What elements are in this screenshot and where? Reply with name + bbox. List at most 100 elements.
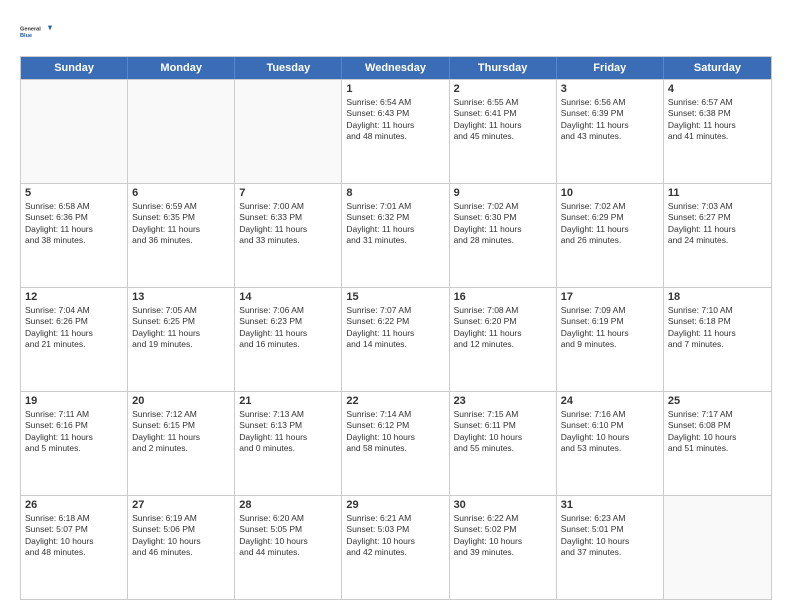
calendar: SundayMondayTuesdayWednesdayThursdayFrid… (20, 56, 772, 600)
day-number: 14 (239, 291, 337, 303)
cell-line: Sunset: 6:27 PM (668, 212, 767, 223)
cell-line: Sunrise: 7:02 AM (454, 201, 552, 212)
cell-line: and 5 minutes. (25, 443, 123, 454)
day-number: 13 (132, 291, 230, 303)
logo-icon: GeneralBlue (20, 16, 52, 48)
cell-line: and 41 minutes. (668, 131, 767, 142)
calendar-row-2: 12Sunrise: 7:04 AMSunset: 6:26 PMDayligh… (21, 287, 771, 391)
day-number: 29 (346, 499, 444, 511)
cell-line: Sunset: 6:15 PM (132, 420, 230, 431)
cell-line: and 12 minutes. (454, 339, 552, 350)
cell-line: Daylight: 11 hours (239, 432, 337, 443)
cell-line: Sunset: 6:13 PM (239, 420, 337, 431)
calendar-body: 1Sunrise: 6:54 AMSunset: 6:43 PMDaylight… (21, 79, 771, 599)
day-cell-empty-0-0 (21, 80, 128, 183)
cell-line: Daylight: 11 hours (561, 328, 659, 339)
cell-line: Sunrise: 6:54 AM (346, 97, 444, 108)
cell-line: Daylight: 10 hours (454, 536, 552, 547)
cell-line: Daylight: 10 hours (668, 432, 767, 443)
cell-line: Sunset: 6:10 PM (561, 420, 659, 431)
day-number: 2 (454, 83, 552, 95)
day-number: 18 (668, 291, 767, 303)
cell-line: Sunrise: 6:19 AM (132, 513, 230, 524)
cell-line: Sunrise: 7:11 AM (25, 409, 123, 420)
day-cell-9: 9Sunrise: 7:02 AMSunset: 6:30 PMDaylight… (450, 184, 557, 287)
cell-line: and 2 minutes. (132, 443, 230, 454)
cell-line: Daylight: 10 hours (346, 536, 444, 547)
day-number: 31 (561, 499, 659, 511)
cell-line: Sunset: 6:26 PM (25, 316, 123, 327)
cell-line: and 19 minutes. (132, 339, 230, 350)
cell-line: Sunset: 5:05 PM (239, 524, 337, 535)
day-cell-3: 3Sunrise: 6:56 AMSunset: 6:39 PMDaylight… (557, 80, 664, 183)
cell-line: Sunrise: 6:22 AM (454, 513, 552, 524)
cell-line: Sunrise: 6:58 AM (25, 201, 123, 212)
day-number: 27 (132, 499, 230, 511)
cell-line: Sunrise: 7:12 AM (132, 409, 230, 420)
day-number: 16 (454, 291, 552, 303)
header-day-friday: Friday (557, 57, 664, 79)
day-cell-23: 23Sunrise: 7:15 AMSunset: 6:11 PMDayligh… (450, 392, 557, 495)
cell-line: and 21 minutes. (25, 339, 123, 350)
cell-line: Daylight: 10 hours (346, 432, 444, 443)
calendar-row-0: 1Sunrise: 6:54 AMSunset: 6:43 PMDaylight… (21, 79, 771, 183)
cell-line: Sunrise: 7:10 AM (668, 305, 767, 316)
cell-line: and 45 minutes. (454, 131, 552, 142)
cell-line: and 26 minutes. (561, 235, 659, 246)
cell-line: Sunset: 6:22 PM (346, 316, 444, 327)
day-number: 4 (668, 83, 767, 95)
cell-line: Daylight: 11 hours (239, 224, 337, 235)
cell-line: and 24 minutes. (668, 235, 767, 246)
day-number: 7 (239, 187, 337, 199)
cell-line: Daylight: 11 hours (132, 328, 230, 339)
cell-line: Sunrise: 6:56 AM (561, 97, 659, 108)
day-number: 21 (239, 395, 337, 407)
day-number: 1 (346, 83, 444, 95)
day-cell-empty-0-1 (128, 80, 235, 183)
day-cell-7: 7Sunrise: 7:00 AMSunset: 6:33 PMDaylight… (235, 184, 342, 287)
day-number: 3 (561, 83, 659, 95)
day-cell-25: 25Sunrise: 7:17 AMSunset: 6:08 PMDayligh… (664, 392, 771, 495)
logo: GeneralBlue (20, 16, 52, 48)
cell-line: and 39 minutes. (454, 547, 552, 558)
day-number: 17 (561, 291, 659, 303)
day-number: 15 (346, 291, 444, 303)
cell-line: Sunset: 6:36 PM (25, 212, 123, 223)
cell-line: Daylight: 11 hours (346, 224, 444, 235)
day-number: 23 (454, 395, 552, 407)
cell-line: Sunset: 6:41 PM (454, 108, 552, 119)
header-day-sunday: Sunday (21, 57, 128, 79)
cell-line: Sunset: 6:08 PM (668, 420, 767, 431)
day-number: 22 (346, 395, 444, 407)
day-cell-24: 24Sunrise: 7:16 AMSunset: 6:10 PMDayligh… (557, 392, 664, 495)
cell-line: Sunset: 5:02 PM (454, 524, 552, 535)
cell-line: and 46 minutes. (132, 547, 230, 558)
cell-line: Sunrise: 6:18 AM (25, 513, 123, 524)
cell-line: Daylight: 11 hours (668, 120, 767, 131)
cell-line: Daylight: 11 hours (239, 328, 337, 339)
cell-line: Sunrise: 7:07 AM (346, 305, 444, 316)
cell-line: Sunrise: 7:03 AM (668, 201, 767, 212)
cell-line: and 48 minutes. (346, 131, 444, 142)
cell-line: and 0 minutes. (239, 443, 337, 454)
day-cell-13: 13Sunrise: 7:05 AMSunset: 6:25 PMDayligh… (128, 288, 235, 391)
day-cell-empty-0-2 (235, 80, 342, 183)
cell-line: Sunrise: 6:23 AM (561, 513, 659, 524)
day-cell-18: 18Sunrise: 7:10 AMSunset: 6:18 PMDayligh… (664, 288, 771, 391)
cell-line: Sunset: 6:38 PM (668, 108, 767, 119)
day-cell-19: 19Sunrise: 7:11 AMSunset: 6:16 PMDayligh… (21, 392, 128, 495)
calendar-row-4: 26Sunrise: 6:18 AMSunset: 5:07 PMDayligh… (21, 495, 771, 599)
cell-line: and 9 minutes. (561, 339, 659, 350)
cell-line: Sunset: 5:06 PM (132, 524, 230, 535)
cell-line: and 37 minutes. (561, 547, 659, 558)
cell-line: Daylight: 11 hours (25, 432, 123, 443)
cell-line: Daylight: 10 hours (454, 432, 552, 443)
cell-line: Sunset: 5:07 PM (25, 524, 123, 535)
header-day-monday: Monday (128, 57, 235, 79)
cell-line: Sunset: 5:01 PM (561, 524, 659, 535)
day-cell-empty-4-6 (664, 496, 771, 599)
cell-line: Daylight: 11 hours (561, 120, 659, 131)
calendar-header: SundayMondayTuesdayWednesdayThursdayFrid… (21, 57, 771, 79)
cell-line: Sunrise: 7:13 AM (239, 409, 337, 420)
cell-line: and 44 minutes. (239, 547, 337, 558)
